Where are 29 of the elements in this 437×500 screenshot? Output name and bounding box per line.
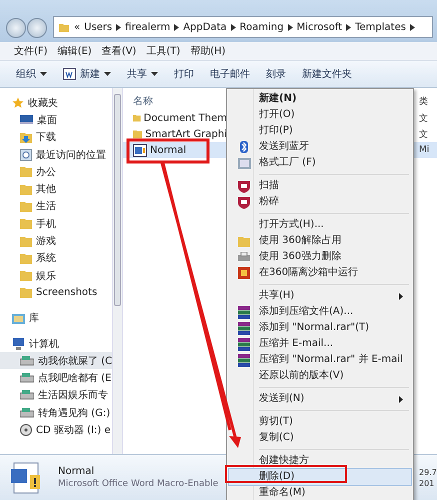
file-name: Normal	[150, 144, 186, 156]
sidebar-label: 转角遇见狗 (G:)	[38, 406, 110, 420]
sidebar-label: 办公	[36, 166, 56, 179]
sidebar-label: 下载	[36, 130, 56, 144]
sidebar-label: 娱乐	[36, 270, 56, 283]
file-name: SmartArt Graphi	[145, 128, 227, 140]
detail-value: 29.7	[419, 468, 437, 476]
sidebar-label: Screenshots	[36, 287, 98, 298]
sidebar-label: 生活因娱乐而专	[38, 388, 108, 402]
file-name: Normal	[58, 466, 94, 477]
sidebar-label: CD 驱动器 (I:) e	[36, 424, 110, 437]
sidebar-label: 桌面	[37, 114, 57, 127]
file-name: Document Them	[144, 112, 227, 124]
table-cell-text: Mi	[419, 145, 430, 155]
sidebar-label: 动我你就屎了 (C	[38, 354, 112, 368]
file-type: Microsoft Office Word Macro-Enable	[58, 479, 218, 489]
table-cell-text: 文	[419, 112, 429, 124]
sidebar-label: 手机	[36, 218, 56, 231]
sidebar-label: 系统	[36, 252, 56, 266]
sidebar-label: 最近访问的位置	[36, 148, 106, 162]
sidebar-label: 游戏	[36, 234, 56, 248]
sidebar-label: 生活	[36, 200, 56, 214]
sidebar-label: 其他	[36, 182, 56, 196]
detail-value: 201	[419, 478, 436, 488]
sidebar-label: 收藏夹	[28, 96, 58, 110]
table-cell-text: 文	[419, 128, 429, 140]
sidebar-label: 点我吧啥都有 (E:	[38, 372, 112, 386]
sidebar-label: 库	[29, 312, 39, 326]
sidebar-label: 计算机	[29, 338, 59, 350]
